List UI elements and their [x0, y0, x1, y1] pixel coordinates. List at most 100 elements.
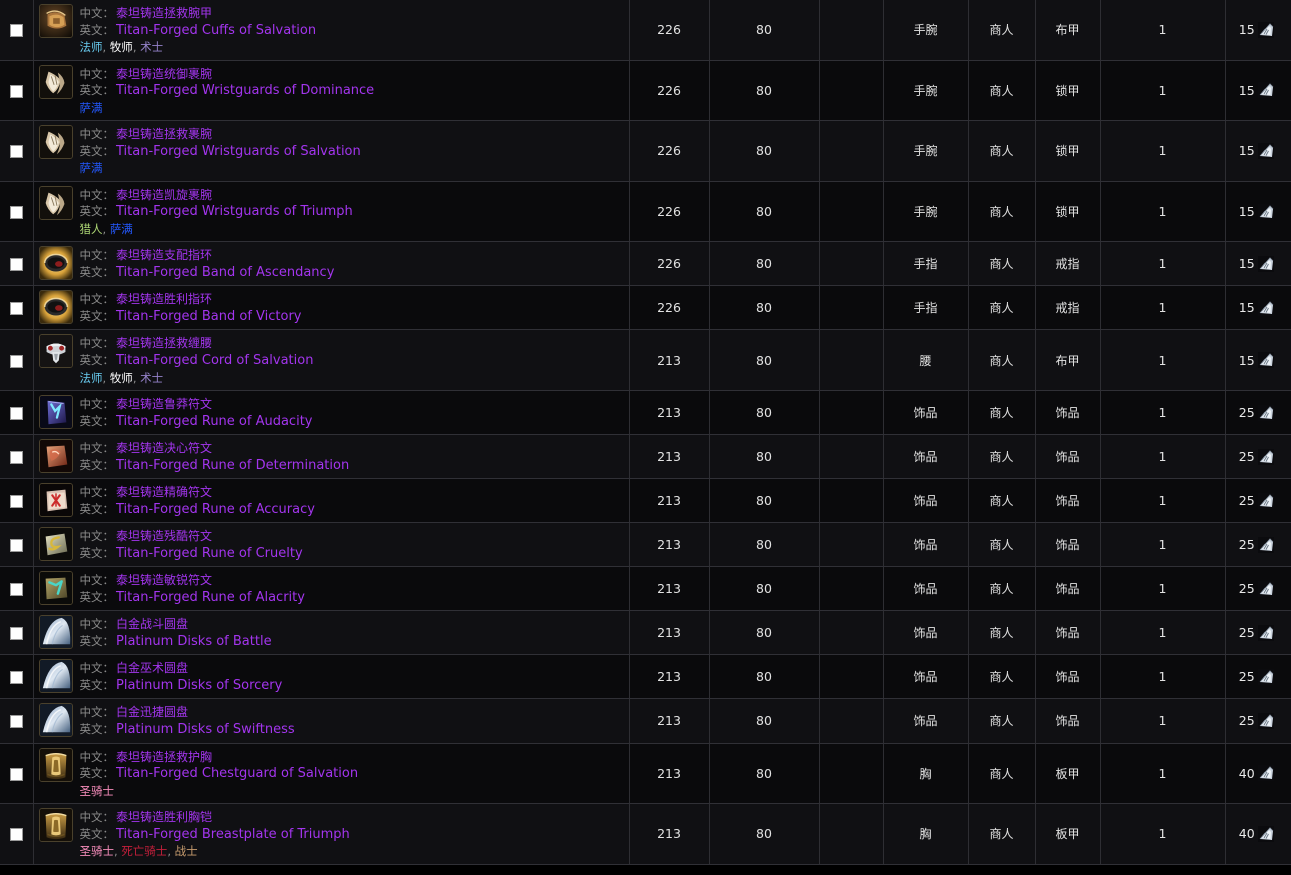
item-name-zh[interactable]: 泰坦铸造拯救缠腰: [114, 336, 212, 350]
row-checkbox[interactable]: [9, 258, 23, 272]
belt-cloth-icon[interactable]: [38, 334, 73, 369]
emblem-currency-icon[interactable]: [1257, 255, 1274, 272]
row-select-cell[interactable]: [0, 698, 34, 744]
item-name-zh[interactable]: 白金巫术圆盘: [114, 661, 188, 675]
table-row[interactable]: 中文： 泰坦铸造残酷符文 英文： Titan-Forged Rune of Crue…: [0, 522, 1291, 568]
emblem-currency-icon[interactable]: [1257, 82, 1274, 99]
item-name-en[interactable]: Titan-Forged Wristguards of Triumph: [114, 204, 353, 219]
item-name-en[interactable]: Titan-Forged Cord of Salvation: [114, 353, 313, 368]
table-row[interactable]: 中文： 泰坦铸造胜利指环 英文： Titan-Forged Band of Vict…: [0, 285, 1291, 331]
item-name-en[interactable]: Titan-Forged Wristguards of Salvation: [114, 144, 361, 159]
row-select-cell[interactable]: [0, 329, 34, 392]
chest-plate-icon[interactable]: [38, 808, 73, 843]
emblem-currency-icon[interactable]: [1257, 624, 1274, 641]
item-name-en[interactable]: Platinum Disks of Swiftness: [114, 722, 295, 737]
table-row[interactable]: 中文： 泰坦铸造胜利胸铠 英文： Titan-Forged Breastplate …: [0, 803, 1291, 865]
ring-icon[interactable]: [38, 246, 73, 281]
item-class[interactable]: 牧师: [110, 371, 133, 385]
item-name-zh[interactable]: 泰坦铸造凯旋裹腕: [114, 188, 212, 202]
item-name-zh[interactable]: 泰坦铸造拯救裹腕: [114, 127, 212, 141]
row-select-cell[interactable]: [0, 566, 34, 612]
row-checkbox[interactable]: [9, 715, 23, 729]
emblem-currency-icon[interactable]: [1257, 712, 1274, 729]
row-select-cell[interactable]: [0, 241, 34, 287]
row-select-cell[interactable]: [0, 610, 34, 656]
table-row[interactable]: 中文： 泰坦铸造拯救护胸 英文： Titan-Forged Chestguard o…: [0, 743, 1291, 805]
item-name-en[interactable]: Titan-Forged Wristguards of Dominance: [114, 83, 374, 98]
disk-icon[interactable]: [38, 615, 73, 650]
item-name-en[interactable]: Titan-Forged Rune of Audacity: [114, 414, 313, 429]
item-name-zh[interactable]: 泰坦铸造支配指环: [114, 248, 212, 262]
row-select-cell[interactable]: [0, 434, 34, 480]
emblem-currency-icon[interactable]: [1257, 668, 1274, 685]
item-name-en[interactable]: Titan-Forged Cuffs of Salvation: [114, 23, 316, 38]
table-row[interactable]: 中文： 泰坦铸造凯旋裹腕 英文： Titan-Forged Wristguards …: [0, 181, 1291, 243]
item-class[interactable]: 圣骑士: [80, 844, 115, 858]
emblem-currency-icon[interactable]: [1257, 536, 1274, 553]
row-select-cell[interactable]: [0, 181, 34, 243]
emblem-currency-icon[interactable]: [1257, 448, 1274, 465]
item-name-zh[interactable]: 泰坦铸造鲁莽符文: [114, 397, 212, 411]
row-checkbox[interactable]: [9, 24, 23, 38]
row-checkbox[interactable]: [9, 145, 23, 159]
item-name-en[interactable]: Titan-Forged Breastplate of Triumph: [114, 827, 350, 842]
table-row[interactable]: 中文： 白金巫术圆盘 英文： Platinum Disks of Sorcery 2…: [0, 654, 1291, 700]
row-select-cell[interactable]: [0, 803, 34, 865]
row-select-cell[interactable]: [0, 285, 34, 331]
chest-plate-icon[interactable]: [38, 747, 73, 782]
emblem-currency-icon[interactable]: [1257, 352, 1274, 369]
bracer-mail-icon[interactable]: [38, 64, 73, 99]
item-class[interactable]: 死亡骑士: [121, 844, 167, 858]
table-row[interactable]: 中文： 泰坦铸造敏锐符文 英文： Titan-Forged Rune of Alac…: [0, 566, 1291, 612]
table-row[interactable]: 中文： 泰坦铸造统御裹腕 英文： Titan-Forged Wristguards …: [0, 60, 1291, 122]
row-checkbox[interactable]: [9, 627, 23, 641]
table-row[interactable]: 中文： 泰坦铸造支配指环 英文： Titan-Forged Band of Asce…: [0, 241, 1291, 287]
item-class[interactable]: 术士: [140, 40, 163, 54]
table-row[interactable]: 中文： 泰坦铸造拯救裹腕 英文： Titan-Forged Wristguards …: [0, 120, 1291, 182]
disk-icon[interactable]: [38, 703, 73, 738]
rune-yellow-icon[interactable]: [38, 527, 73, 562]
rune-teal-icon[interactable]: [38, 571, 73, 606]
row-checkbox[interactable]: [9, 84, 23, 98]
item-name-en[interactable]: Titan-Forged Rune of Determination: [114, 458, 349, 473]
ring-icon[interactable]: [38, 290, 73, 325]
row-select-cell[interactable]: [0, 743, 34, 805]
row-checkbox[interactable]: [9, 451, 23, 465]
emblem-currency-icon[interactable]: [1257, 404, 1274, 421]
item-class[interactable]: 法师: [80, 371, 103, 385]
item-name-zh[interactable]: 泰坦铸造残酷符文: [114, 529, 212, 543]
table-row[interactable]: 中文： 白金战斗圆盘 英文： Platinum Disks of Battle 21…: [0, 610, 1291, 656]
emblem-currency-icon[interactable]: [1257, 203, 1274, 220]
row-select-cell[interactable]: [0, 60, 34, 122]
row-select-cell[interactable]: [0, 478, 34, 524]
item-name-en[interactable]: Titan-Forged Rune of Accuracy: [114, 502, 315, 517]
bracer-mail-icon[interactable]: [38, 185, 73, 220]
row-checkbox[interactable]: [9, 407, 23, 421]
disk-icon[interactable]: [38, 659, 73, 694]
row-checkbox[interactable]: [9, 302, 23, 316]
row-select-cell[interactable]: [0, 522, 34, 568]
rune-pink-icon[interactable]: [38, 483, 73, 518]
item-name-en[interactable]: Titan-Forged Rune of Alacrity: [114, 590, 305, 605]
item-class[interactable]: 术士: [140, 371, 163, 385]
emblem-currency-icon[interactable]: [1257, 825, 1274, 842]
item-name-en[interactable]: Titan-Forged Band of Ascendancy: [114, 265, 334, 280]
table-row[interactable]: 中文： 泰坦铸造拯救腕甲 英文： Titan-Forged Cuffs of Sal…: [0, 0, 1291, 61]
table-row[interactable]: 中文： 泰坦铸造精确符文 英文： Titan-Forged Rune of Accu…: [0, 478, 1291, 524]
item-name-zh[interactable]: 泰坦铸造拯救腕甲: [114, 6, 212, 20]
item-class[interactable]: 萨满: [80, 161, 103, 175]
item-class[interactable]: 战士: [175, 844, 198, 858]
row-checkbox[interactable]: [9, 539, 23, 553]
emblem-currency-icon[interactable]: [1257, 765, 1274, 782]
item-name-zh[interactable]: 泰坦铸造拯救护胸: [114, 750, 212, 764]
rune-red-icon[interactable]: [38, 439, 73, 474]
emblem-currency-icon[interactable]: [1257, 299, 1274, 316]
table-row[interactable]: 中文： 泰坦铸造决心符文 英文： Titan-Forged Rune of Dete…: [0, 434, 1291, 480]
emblem-currency-icon[interactable]: [1257, 21, 1274, 38]
bracer-cloth-icon[interactable]: [38, 4, 73, 38]
row-checkbox[interactable]: [9, 206, 23, 220]
rune-blue-icon[interactable]: [38, 395, 73, 430]
item-class[interactable]: 圣骑士: [80, 784, 115, 798]
item-name-zh[interactable]: 泰坦铸造敏锐符文: [114, 573, 212, 587]
row-select-cell[interactable]: [0, 0, 34, 61]
